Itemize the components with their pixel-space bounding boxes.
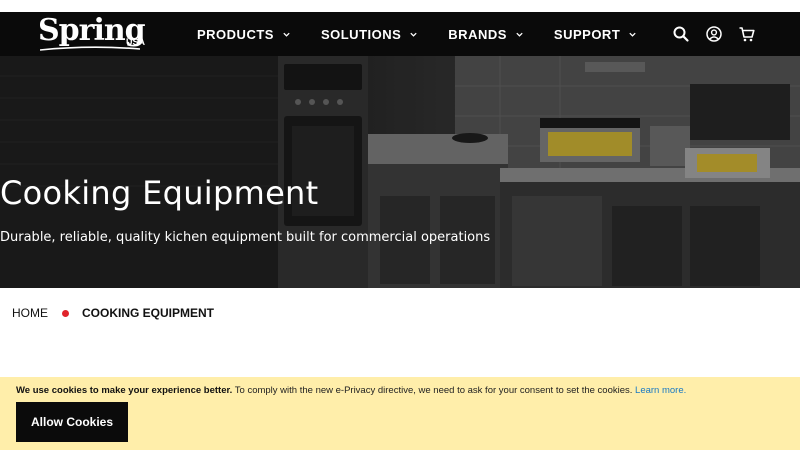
chevron-down-icon: [410, 32, 417, 37]
account-icon[interactable]: [705, 25, 723, 43]
cookie-message: We use cookies to make your experience b…: [16, 385, 686, 396]
breadcrumb: HOME COOKING EQUIPMENT: [12, 306, 214, 320]
chevron-down-icon: [629, 32, 636, 37]
breadcrumb-home-link[interactable]: HOME: [12, 306, 48, 320]
hero-kitchen-image: [0, 56, 800, 288]
top-strip: [0, 0, 800, 12]
cart-icon[interactable]: [738, 25, 756, 43]
nav-item-support[interactable]: SUPPORT: [554, 27, 637, 42]
page-title: Cooking Equipment: [0, 174, 319, 212]
page-subtitle: Durable, reliable, quality kichen equipm…: [0, 230, 491, 245]
cookie-banner: We use cookies to make your experience b…: [0, 377, 800, 450]
chevron-down-icon: [516, 32, 523, 37]
nav-item-solutions[interactable]: SOLUTIONS: [321, 27, 418, 42]
breadcrumb-current: COOKING EQUIPMENT: [82, 306, 215, 320]
logo-swoosh: [40, 46, 140, 51]
cookie-message-bold: We use cookies to make your experience b…: [16, 385, 233, 396]
main-nav: PRODUCTS SOLUTIONS BRANDS SUPPORT: [197, 12, 667, 56]
allow-cookies-button[interactable]: Allow Cookies: [16, 402, 128, 442]
nav-item-label: BRANDS: [448, 26, 507, 42]
nav-item-label: SOLUTIONS: [320, 26, 402, 42]
nav-item-label: SUPPORT: [553, 26, 621, 42]
cookie-message-body: To comply with the new e-Privacy directi…: [232, 385, 636, 396]
learn-more-link[interactable]: Learn more.: [635, 385, 686, 396]
chevron-down-icon: [283, 32, 290, 37]
breadcrumb-separator-dot: [62, 309, 69, 317]
header-actions: [657, 12, 756, 56]
nav-item-brands[interactable]: BRANDS: [448, 27, 524, 42]
nav-item-label: PRODUCTS: [197, 26, 274, 42]
hero-banner: Cooking Equipment Durable, reliable, qua…: [0, 56, 800, 288]
site-header: Spring USA PRODUCTS SOLUTIONS BRANDS SUP…: [0, 12, 800, 56]
search-icon[interactable]: [672, 25, 690, 43]
nav-item-products[interactable]: PRODUCTS: [197, 27, 291, 42]
brand-logo[interactable]: Spring USA: [38, 16, 146, 52]
